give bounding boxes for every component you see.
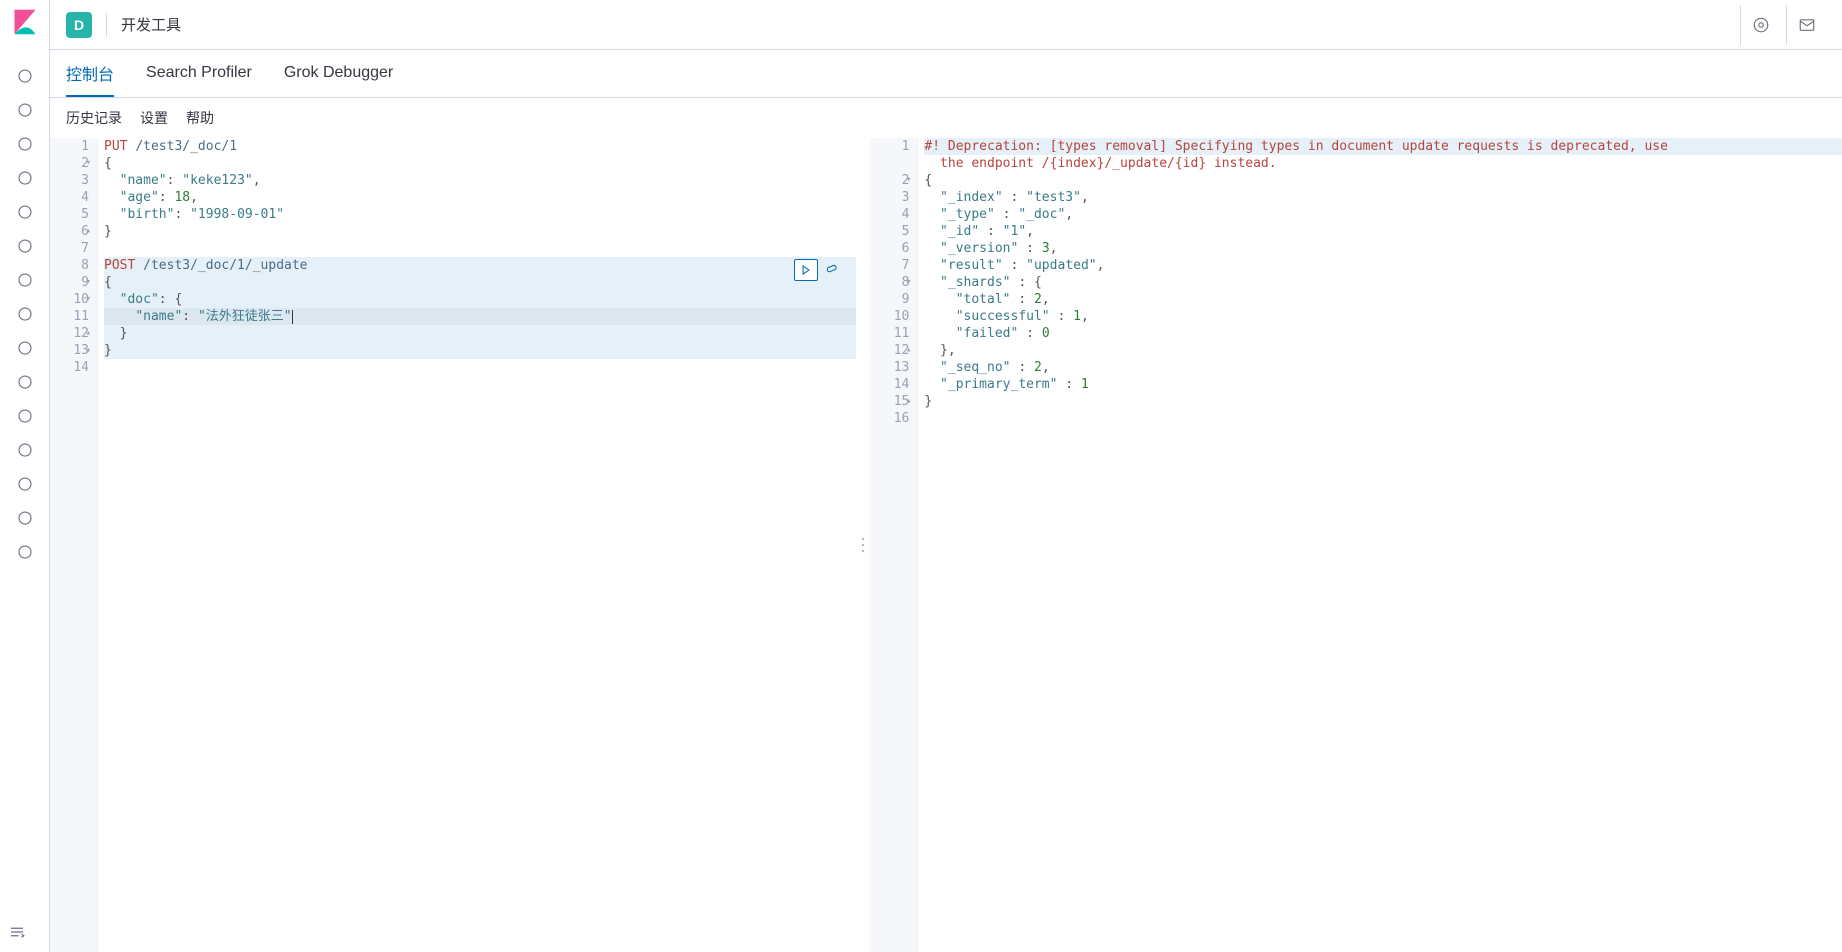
gear-icon[interactable] [13, 540, 37, 564]
user-icon[interactable] [13, 302, 37, 326]
code-line[interactable]: "age": 18, [104, 189, 856, 206]
tab-控制台[interactable]: 控制台 [66, 50, 114, 97]
send-request-button[interactable] [794, 259, 818, 281]
news-feed-icon[interactable] [1740, 5, 1780, 45]
code-line[interactable]: "_seq_no" : 2, [924, 359, 1842, 376]
code-line[interactable]: "name": "keke123", [104, 172, 856, 189]
code-line[interactable]: "name": "法外狂徒张三" [104, 308, 856, 325]
code-line[interactable] [104, 240, 856, 257]
code-line[interactable]: "doc": { [104, 291, 856, 308]
code-line[interactable]: } [104, 223, 856, 240]
code-line[interactable]: "birth": "1998-09-01" [104, 206, 856, 223]
lab-icon[interactable] [13, 336, 37, 360]
kibana-logo-icon[interactable] [11, 8, 39, 36]
code-line[interactable]: "successful" : 1, [924, 308, 1842, 325]
code-line[interactable]: #! Deprecation: [types removal] Specifyi… [924, 138, 1842, 155]
editor-panes: 12▾3456▴789▾10▾1112▴13▴14 PUT /test3/_do… [50, 138, 1842, 952]
code-line[interactable]: }, [924, 342, 1842, 359]
breadcrumb: 开发工具 [121, 14, 181, 35]
code-line[interactable]: "result" : "updated", [924, 257, 1842, 274]
code-line[interactable] [924, 410, 1842, 427]
request-options-button[interactable] [820, 259, 844, 281]
code-line[interactable]: } [924, 393, 1842, 410]
bank-icon[interactable] [13, 200, 37, 224]
code-line[interactable]: "failed" : 0 [924, 325, 1842, 342]
code-line[interactable]: "_type" : "_doc", [924, 206, 1842, 223]
rss-icon[interactable] [13, 438, 37, 462]
mail-icon[interactable] [1786, 5, 1826, 45]
code-line[interactable]: "total" : 2, [924, 291, 1842, 308]
code-line[interactable]: "_primary_term" : 1 [924, 376, 1842, 393]
code-line[interactable]: "_shards" : { [924, 274, 1842, 291]
tab-grok-debugger[interactable]: Grok Debugger [284, 50, 393, 97]
help-link[interactable]: 帮助 [186, 108, 214, 128]
code-line[interactable]: POST /test3/_doc/1/_update [104, 257, 856, 274]
request-editor[interactable]: 12▾3456▴789▾10▾1112▴13▴14 PUT /test3/_do… [50, 138, 856, 952]
code-line[interactable]: { [924, 172, 1842, 189]
history-link[interactable]: 历史记录 [66, 108, 122, 128]
layers-icon[interactable] [13, 166, 37, 190]
settings-link[interactable]: 设置 [140, 108, 168, 128]
compass-icon[interactable] [13, 98, 37, 122]
code-line[interactable]: the endpoint /{index}/_update/{id} inste… [924, 155, 1842, 172]
code-line[interactable]: "_id" : "1", [924, 223, 1842, 240]
code-line[interactable]: "_version" : 3, [924, 240, 1842, 257]
code-line[interactable]: { [104, 274, 856, 291]
tab-search-profiler[interactable]: Search Profiler [146, 50, 252, 97]
chart-icon[interactable] [13, 132, 37, 156]
top-bar: D 开发工具 [50, 0, 1842, 50]
code-line[interactable]: } [104, 342, 856, 359]
code-line[interactable]: PUT /test3/_doc/1 [104, 138, 856, 155]
response-viewer[interactable]: 12▾345678▾9101112▴131415▴16 #! Deprecati… [870, 138, 1842, 952]
split-handle[interactable] [856, 138, 870, 952]
upload-icon[interactable] [13, 404, 37, 428]
code-line[interactable]: } [104, 325, 856, 342]
pin-icon[interactable] [13, 234, 37, 258]
space-selector[interactable]: D [66, 12, 92, 38]
graph-icon[interactable] [13, 268, 37, 292]
divider [106, 13, 107, 37]
console-subbar: 历史记录 设置 帮助 [50, 98, 1842, 138]
heartbeat-icon[interactable] [13, 506, 37, 530]
code-line[interactable]: "_index" : "test3", [924, 189, 1842, 206]
collapse-nav-icon[interactable] [8, 923, 26, 944]
app-tabs: 控制台 Search Profiler Grok Debugger [50, 50, 1842, 98]
code-line[interactable] [104, 359, 856, 376]
insert-icon[interactable] [13, 370, 37, 394]
wrench-icon[interactable] [13, 472, 37, 496]
code-line[interactable]: { [104, 155, 856, 172]
clock-icon[interactable] [13, 64, 37, 88]
side-rail [0, 0, 50, 952]
